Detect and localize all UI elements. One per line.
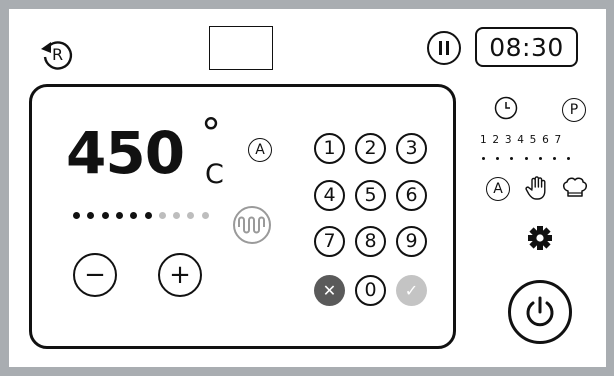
keypad-confirm-button[interactable]: ✓ [396,275,427,306]
program-label: P [569,102,579,118]
cancel-icon: ✕ [322,280,337,300]
clock-icon [494,96,518,120]
auto-mode-label: A [255,142,265,158]
gear-icon [528,226,552,250]
timer-button[interactable] [494,96,518,120]
keypad-key-8[interactable]: 8 [355,226,386,257]
heat-level-dot-active [101,212,109,219]
confirm-icon: ✓ [404,280,419,300]
decrease-temperature-button[interactable]: − [73,253,117,297]
heat-level-dot-active [144,212,152,219]
hand-icon [525,176,546,200]
weekday-dot [524,157,528,160]
degree-symbol: ° [201,111,221,157]
power-button[interactable] [508,280,572,344]
auto-button[interactable]: A [486,177,510,201]
keypad-key-7[interactable]: 7 [314,226,345,257]
heat-level-dot-active [73,212,80,219]
auto-label: A [493,181,503,197]
reset-button[interactable]: R [37,36,77,76]
top-display-window [209,26,273,70]
keypad-key-2[interactable]: 2 [355,133,386,164]
keypad-cancel-button[interactable]: ✕ [314,275,345,306]
keypad-key-6[interactable]: 6 [396,180,427,211]
chef-mode-button[interactable] [560,176,590,202]
plus-label: + [169,260,191,290]
reset-label: R [52,45,64,64]
keypad-key-0[interactable]: 0 [355,275,386,306]
keypad-key-5[interactable]: 5 [355,180,386,211]
heat-level-dot-inactive [158,212,166,219]
temperature-value: 450 [66,119,185,187]
heating-element-icon [233,206,271,244]
keypad-key-3[interactable]: 3 [396,133,427,164]
temperature-unit: C [205,159,224,190]
pause-icon [439,41,449,55]
auto-mode-button[interactable]: A [248,138,272,162]
weekday-dot [538,157,542,160]
heat-level-dot-inactive [201,212,209,219]
heating-element[interactable] [232,205,272,245]
keypad-key-9[interactable]: 9 [396,226,427,257]
chef-hat-icon [563,177,587,197]
weekday-dot [553,157,556,160]
keypad-key-4[interactable]: 4 [314,180,345,211]
power-icon [526,296,554,327]
weekday-dot [482,157,485,160]
manual-mode-button[interactable] [523,174,551,202]
increase-temperature-button[interactable]: + [158,253,202,297]
weekday-selector[interactable]: 1 2 3 4 5 6 7 [480,134,562,146]
settings-button[interactable] [527,225,553,251]
minus-label: − [84,260,106,290]
program-button[interactable]: P [562,98,586,122]
clock-display[interactable]: 08:30 [475,27,578,67]
heat-level-dot-active [115,212,123,219]
pause-button[interactable] [427,31,461,65]
keypad-key-1[interactable]: 1 [314,133,345,164]
